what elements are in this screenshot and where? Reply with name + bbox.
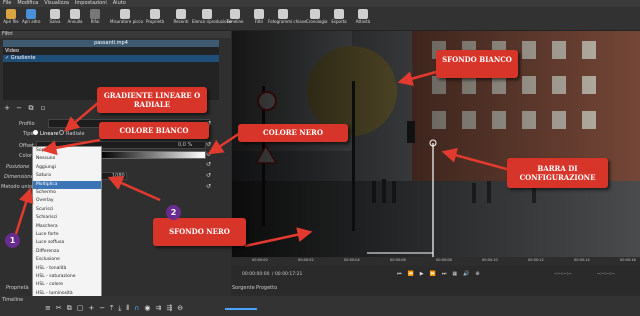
annotation-colore-bianco: COLORE BIANCO: [99, 122, 209, 139]
badge-2: 2: [166, 205, 181, 220]
annotation-colore-nero: COLORE NERO: [238, 124, 348, 142]
annotation-barra: BARRA DI CONFIGURAZIONE: [507, 158, 608, 188]
annotation-sfondo-bianco: SFONDO BIANCO: [436, 50, 518, 78]
annotation-gradiente: GRADIENTE LINEARE O RADIALE: [97, 87, 207, 113]
badge-1: 1: [5, 233, 20, 248]
annotation-sfondo-nero: SFONDO NERO: [153, 218, 246, 246]
